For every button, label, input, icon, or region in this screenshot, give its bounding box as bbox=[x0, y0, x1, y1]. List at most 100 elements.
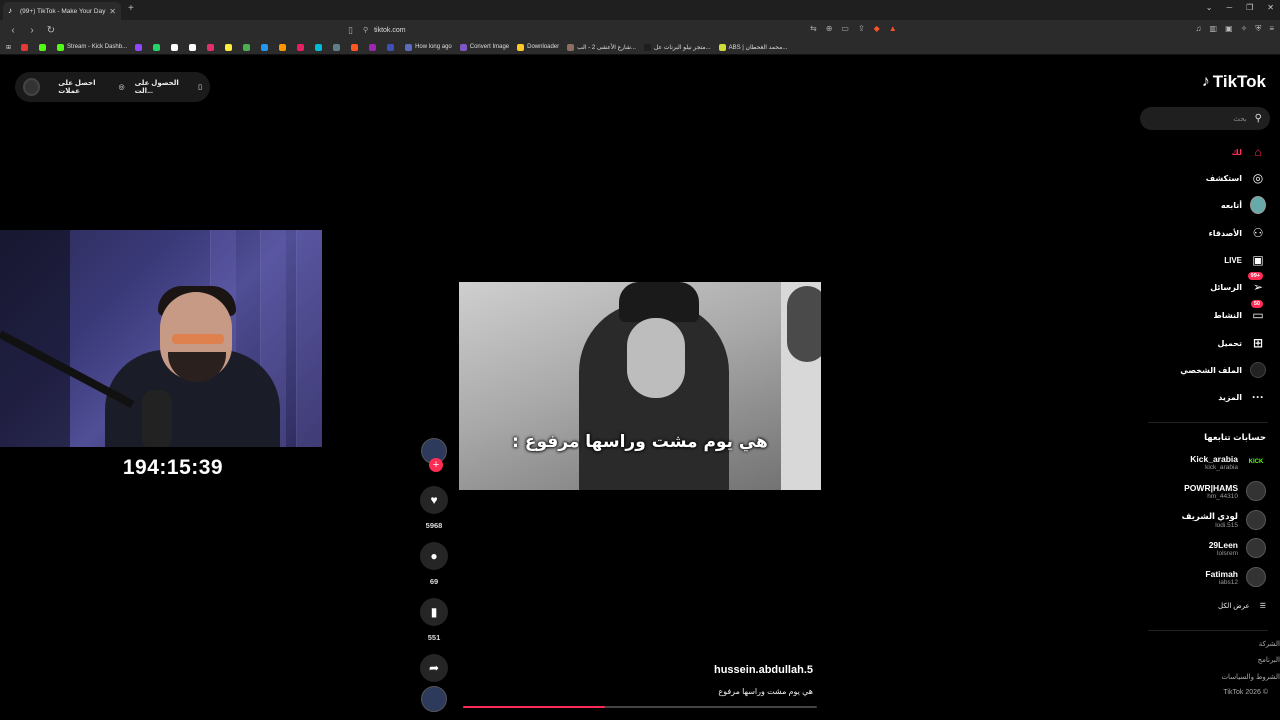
bookmark-item[interactable] bbox=[351, 43, 361, 51]
close-window-icon[interactable]: ✕ bbox=[1267, 3, 1274, 12]
sidebar-item-label: أتابعه bbox=[1220, 200, 1242, 210]
video-caption: هي يوم مشت وراسها مرفوع : bbox=[512, 432, 768, 452]
followed-account[interactable]: POWR|HAMS hm_44310 bbox=[1184, 481, 1266, 501]
brave-rewards-icon[interactable]: ▲ bbox=[889, 24, 897, 33]
bookmark-item[interactable] bbox=[261, 43, 271, 51]
sidebar-item-friends[interactable]: الأصدقاء ⚇ bbox=[1209, 225, 1266, 241]
bookmark-item[interactable] bbox=[39, 43, 49, 51]
site-info-icon[interactable]: ⚲ bbox=[363, 26, 368, 34]
bookmark-item[interactable]: Stream - Kick Dashb... bbox=[57, 43, 127, 51]
video-progress-fill bbox=[463, 706, 605, 708]
see-all-label: عرض الكل bbox=[1218, 603, 1250, 610]
user-avatar[interactable] bbox=[23, 78, 41, 96]
minimize-icon[interactable]: ─ bbox=[1226, 3, 1232, 12]
sidebar-item-home[interactable]: لك ⌂ bbox=[1232, 144, 1266, 160]
get-coins-link[interactable]: احصل على عملات ◎ bbox=[58, 79, 124, 95]
sidebar-item-following-avatar[interactable]: أتابعه bbox=[1220, 196, 1266, 214]
bookmark-item[interactable] bbox=[171, 43, 181, 51]
footer-link[interactable]: الشروط والسياسات bbox=[1221, 673, 1280, 681]
sidebar-item-upload[interactable]: تحميل ⊞ bbox=[1217, 335, 1266, 351]
sidebar-item-more[interactable]: المزيد ··· bbox=[1218, 389, 1266, 405]
apps-grid-icon[interactable]: ⊞ bbox=[6, 44, 11, 51]
video-progress-bar[interactable] bbox=[463, 706, 817, 708]
coin-icon: ◎ bbox=[118, 84, 125, 91]
sidebar-item-activity[interactable]: النشاط ▭ 50 bbox=[1214, 300, 1266, 323]
comment-icon[interactable]: ● bbox=[420, 542, 448, 570]
browser-tab[interactable]: ♪ (99+) TikTok - Make Your Day ✕ bbox=[3, 2, 121, 20]
like-action[interactable]: ♥ 5968 bbox=[418, 486, 450, 530]
follow-plus-icon[interactable]: + bbox=[429, 458, 443, 472]
new-tab-button[interactable]: + bbox=[128, 3, 134, 14]
get-app-link[interactable]: الحصول على الت... ▯ bbox=[135, 79, 202, 95]
leo-icon[interactable]: ✧ bbox=[1241, 24, 1248, 34]
tab-title: (99+) TikTok - Make Your Day bbox=[20, 7, 106, 15]
share-arrow-icon[interactable]: ➦ bbox=[420, 654, 448, 682]
followed-account[interactable]: Fatimah iabs12 bbox=[1205, 567, 1266, 587]
bookmark-favicon-icon bbox=[189, 43, 197, 51]
comment-count: 69 bbox=[429, 577, 439, 586]
share-icon[interactable]: ⇪ bbox=[858, 24, 865, 33]
bookmark-item[interactable] bbox=[135, 43, 145, 51]
restore-icon[interactable]: ❐ bbox=[1246, 3, 1253, 12]
zoom-icon[interactable]: ⊕ bbox=[826, 24, 833, 33]
search-input[interactable]: بحث ⚲ bbox=[1140, 107, 1270, 130]
account-display-name: Kick_arabia bbox=[1190, 453, 1238, 464]
translate-icon[interactable]: ⇆ bbox=[810, 24, 817, 33]
wallet-icon[interactable]: ▣ bbox=[1225, 24, 1233, 34]
forward-icon[interactable]: › bbox=[26, 25, 38, 36]
bookmark-item[interactable] bbox=[189, 43, 199, 51]
next-video-avatar[interactable] bbox=[421, 686, 447, 712]
bookmark-item[interactable]: شارع الأعشى 2 - الب... bbox=[567, 43, 636, 51]
close-tab-icon[interactable]: ✕ bbox=[109, 7, 116, 16]
bookmark-item[interactable] bbox=[225, 43, 235, 51]
save-action[interactable]: ▮ 551 bbox=[418, 598, 450, 642]
video-username[interactable]: hussein.abdullah.5 bbox=[640, 664, 813, 676]
bookmark-item[interactable] bbox=[207, 43, 217, 51]
comment-action[interactable]: ● 69 bbox=[418, 542, 450, 586]
bookmark-item[interactable] bbox=[315, 43, 325, 51]
extension-icon[interactable]: ♫ bbox=[1196, 24, 1202, 34]
bookmark-item[interactable] bbox=[387, 43, 397, 51]
bookmark-item[interactable] bbox=[21, 43, 31, 51]
bookmark-item[interactable]: How long ago bbox=[405, 43, 452, 51]
heart-icon[interactable]: ♥ bbox=[420, 486, 448, 514]
sidebar-item-live[interactable]: LIVE ▣ bbox=[1224, 252, 1266, 268]
bookmark-item[interactable]: ABS | محمد الغحطان... bbox=[718, 43, 787, 51]
sidebar-item-compass[interactable]: استكشف ◎ bbox=[1206, 170, 1266, 186]
bookmark-item[interactable] bbox=[153, 43, 163, 51]
tiktok-logo[interactable]: ♪ TikTok bbox=[1202, 72, 1266, 92]
bookmark-item[interactable]: Convert Image bbox=[459, 43, 509, 51]
see-all-link[interactable]: عرض الكل ☰ bbox=[1218, 602, 1266, 610]
cast-icon[interactable]: ▭ bbox=[841, 24, 849, 33]
chevron-down-icon[interactable]: ⌄ bbox=[1206, 3, 1213, 12]
sidebar-item-profile-avatar[interactable]: الملف الشخصي bbox=[1180, 362, 1266, 378]
vpn-icon[interactable]: ⛨ bbox=[1255, 24, 1261, 34]
sidebar-icon[interactable]: ▥ bbox=[1210, 24, 1218, 34]
followed-account[interactable]: Kick_arabia kick_arabia KICK bbox=[1190, 452, 1266, 472]
followed-account[interactable]: 29Leen lolsrem bbox=[1209, 538, 1266, 558]
sidebar-item-messages[interactable]: الرسائل ➢ 99+ bbox=[1210, 272, 1266, 295]
bookmark-label: How long ago bbox=[415, 44, 452, 50]
video-player[interactable]: هي يوم مشت وراسها مرفوع : bbox=[459, 282, 821, 490]
bookmark-item[interactable] bbox=[243, 43, 253, 51]
bookmark-item[interactable] bbox=[369, 43, 379, 51]
upload-icon: ⊞ bbox=[1252, 336, 1264, 350]
bookmark-item[interactable] bbox=[333, 43, 343, 51]
menu-icon[interactable]: ≡ bbox=[1269, 24, 1274, 34]
reload-icon[interactable]: ↻ bbox=[45, 25, 57, 36]
bookmark-favicon-icon bbox=[261, 43, 269, 51]
creator-avatar[interactable]: + bbox=[421, 438, 447, 472]
footer-link[interactable]: الشركة bbox=[1259, 640, 1280, 648]
bookmark-icon[interactable]: ▮ bbox=[420, 598, 448, 626]
brave-shields-icon[interactable]: ◆ bbox=[874, 24, 880, 33]
bookmark-icon[interactable]: ▯ bbox=[348, 25, 353, 36]
back-icon[interactable]: ‹ bbox=[7, 25, 19, 36]
followed-account[interactable]: لودي الشريف lodi.515 bbox=[1182, 510, 1266, 530]
footer-link[interactable]: البرنامج bbox=[1258, 656, 1280, 664]
bookmark-item[interactable]: Downloader bbox=[517, 43, 559, 51]
search-icon[interactable]: ⚲ bbox=[1255, 113, 1262, 124]
bookmark-item[interactable]: متجر نيلو البرنات عل... bbox=[643, 43, 711, 51]
bookmark-item[interactable] bbox=[297, 43, 307, 51]
bookmark-item[interactable] bbox=[279, 43, 289, 51]
bookmark-favicon-icon bbox=[369, 43, 377, 51]
